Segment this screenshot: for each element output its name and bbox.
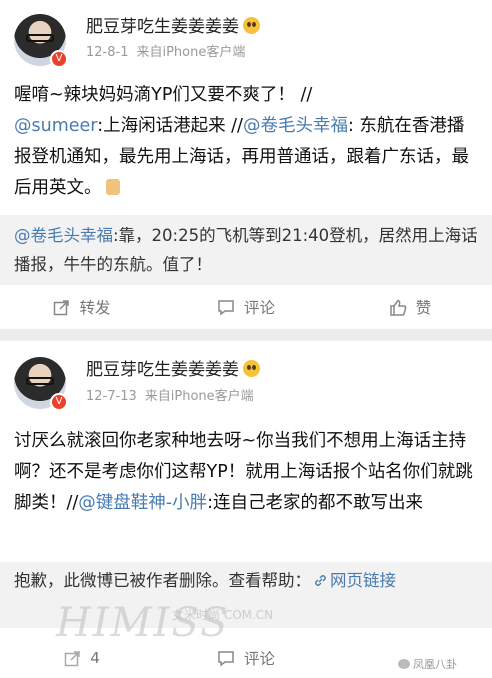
username[interactable]: 肥豆芽吃生姜姜姜姜: [86, 12, 260, 37]
mention-link[interactable]: @卷毛头幸福: [243, 116, 348, 136]
thumbs-up-emoji-icon: [105, 179, 120, 195]
post-meta: 12-8-1 来自iPhone客户端: [86, 41, 245, 60]
emoji-face-icon: [243, 360, 260, 377]
share-box-icon: [64, 650, 80, 666]
post-actions: 转发 评论 赞: [0, 287, 492, 327]
share-box-icon: [54, 299, 70, 315]
wechat-icon: [398, 659, 410, 669]
watermark-subtext: 女米时尚 COM.CN: [172, 608, 274, 622]
post-source: 来自iPhone客户端: [136, 45, 246, 60]
username[interactable]: 肥豆芽吃生姜姜姜姜: [86, 355, 260, 380]
comment-button[interactable]: 评论: [164, 287, 328, 327]
mention-link[interactable]: @键盘鞋神-小胖: [78, 493, 207, 513]
post-date: 12-8-1: [86, 45, 129, 60]
verified-badge-icon: V: [50, 50, 68, 68]
like-button[interactable]: 赞: [328, 287, 492, 327]
post-date: 12-7-13: [86, 389, 137, 404]
mention-link[interactable]: @卷毛头幸福: [14, 226, 113, 245]
weibo-post-1: V 肥豆芽吃生姜姜姜姜 12-8-1 来自iPhone客户端 喔唷~辣块妈妈滴YP…: [0, 0, 492, 329]
help-link[interactable]: 网页链接: [311, 571, 396, 590]
speech-bubble-icon: [218, 650, 234, 666]
thumbs-up-icon: [389, 299, 407, 316]
mention-link[interactable]: @sumeer: [14, 116, 97, 136]
speech-bubble-icon: [218, 299, 234, 315]
post-meta: 12-7-13 来自iPhone客户端: [86, 385, 254, 404]
source-label: 凤凰八卦: [398, 656, 457, 672]
verified-badge-icon: V: [50, 393, 68, 411]
emoji-face-icon: [243, 17, 260, 34]
quoted-post[interactable]: @卷毛头幸福:靠，20:25的飞机等到21:40登机，居然用上海话播报，牛牛的东…: [0, 215, 492, 285]
post-text: 喔唷~辣块妈妈滴YP们又要不爽了！ // @sumeer:上海闲话港起来 //@…: [14, 85, 469, 198]
repost-button[interactable]: 转发: [0, 287, 164, 327]
post-text: 讨厌么就滚回你老家种地去呀~你当我们不想用上海话主持啊？还不是考虑你们这帮YP！…: [14, 431, 473, 513]
post-source: 来自iPhone客户端: [144, 389, 254, 404]
link-icon: [315, 575, 326, 586]
